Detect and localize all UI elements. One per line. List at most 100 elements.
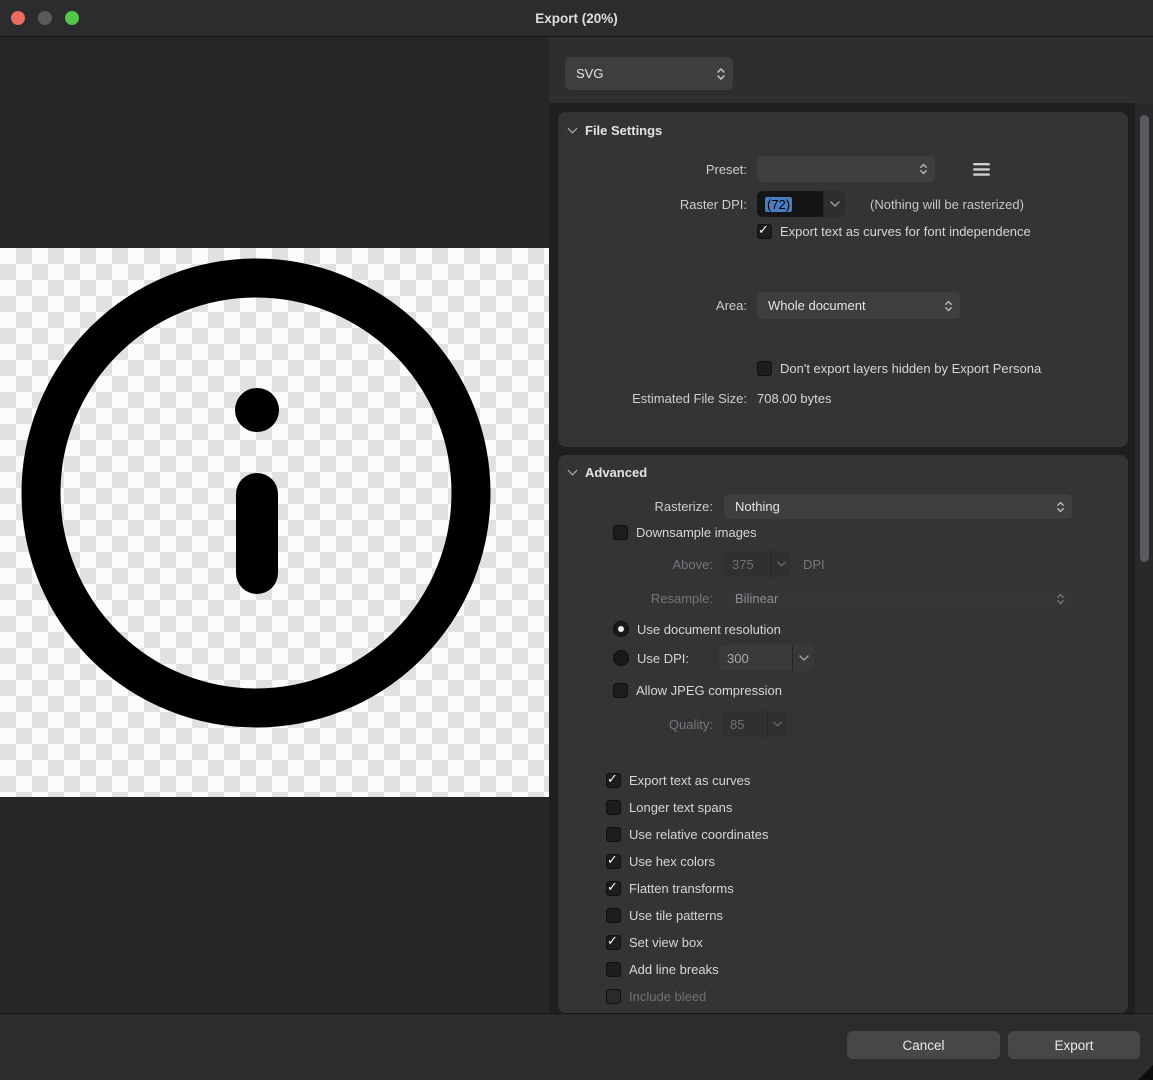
area-label: Area: [558,298,747,313]
export-settings-panel: SVG File Settings Preset: [549,37,1153,1013]
resize-grip[interactable] [1138,1065,1153,1080]
use-dpi-value[interactable]: 300 [719,645,792,671]
advanced-option-label[interactable]: Longer text spans [629,800,732,815]
quality-label: Quality: [558,717,713,732]
rasterize-select[interactable]: Nothing [724,494,1072,519]
advanced-option-checkbox[interactable] [606,989,621,1004]
above-dpi-value[interactable]: 375 [724,551,771,577]
transparency-checkerboard [0,248,549,797]
up-down-chevrons-icon [1056,591,1065,606]
resample-value: Bilinear [735,591,778,606]
advanced-option-row: Include bleed [606,983,706,1010]
advanced-option-row: Set view box [606,929,703,956]
above-dpi-dropdown-button[interactable] [771,551,791,577]
advanced-header[interactable]: Advanced [569,465,647,480]
use-dpi-radio[interactable] [613,650,629,666]
preset-menu-button[interactable] [973,163,990,176]
downsample-images-checkbox[interactable] [613,525,628,540]
format-value: SVG [576,66,603,81]
advanced-option-checkbox[interactable] [606,827,621,842]
use-dpi-label[interactable]: Use DPI: [637,651,689,666]
raster-dpi-dropdown-button[interactable] [823,191,845,217]
hamburger-menu-icon [973,163,990,176]
advanced-option-checkbox[interactable] [606,854,621,869]
export-text-curves-font-label[interactable]: Export text as curves for font independe… [780,224,1031,239]
title-bar[interactable]: Export (20%) [0,0,1153,37]
use-document-resolution-label[interactable]: Use document resolution [637,622,781,637]
advanced-option-label[interactable]: Use tile patterns [629,908,723,923]
dont-export-hidden-layers-checkbox[interactable] [757,361,772,376]
raster-dpi-selected-text: (72) [765,197,792,212]
advanced-option-row: Longer text spans [606,794,732,821]
raster-dpi-input[interactable]: (72) [757,191,823,217]
format-strip: SVG [549,37,1153,103]
raster-dpi-combo: (72) [757,191,845,217]
advanced-option-row: Add line breaks [606,956,719,983]
advanced-option-row: Use relative coordinates [606,821,768,848]
up-down-chevrons-icon [919,162,928,177]
export-dialog: Export (20%) SVG File Settings [0,0,1153,1080]
chevron-down-icon [568,466,578,476]
advanced-option-checkbox[interactable] [606,881,621,896]
format-select[interactable]: SVG [565,57,733,90]
estimated-size-value: 708.00 bytes [757,391,831,406]
export-preview-canvas[interactable] [0,37,549,1013]
file-settings-header[interactable]: File Settings [569,123,662,138]
chevron-down-icon [799,655,809,661]
raster-dpi-note: (Nothing will be rasterized) [870,197,1024,212]
file-settings-card: File Settings Preset: Raster DPI: (7 [558,112,1128,447]
chevron-down-icon [773,721,782,727]
advanced-option-label[interactable]: Add line breaks [629,962,719,977]
above-dpi-combo: 375 [724,551,791,577]
advanced-option-row: Use tile patterns [606,902,723,929]
raster-dpi-label: Raster DPI: [558,197,747,212]
chevron-down-icon [568,124,578,134]
quality-value[interactable]: 85 [722,711,767,737]
preset-select[interactable] [757,156,935,182]
chevron-down-icon [777,561,786,567]
area-select[interactable]: Whole document [757,292,960,319]
quality-combo: 85 [722,711,787,737]
preset-label: Preset: [558,162,747,177]
above-dpi-unit: DPI [803,557,825,572]
scrollbar-track[interactable] [1135,103,1153,1013]
dialog-footer: Cancel Export [0,1013,1153,1080]
scrollbar-thumb[interactable] [1140,115,1149,562]
advanced-option-checkbox[interactable] [606,773,621,788]
advanced-option-checkbox[interactable] [606,908,621,923]
dont-export-hidden-layers-label[interactable]: Don't export layers hidden by Export Per… [780,361,1041,376]
advanced-option-checkbox[interactable] [606,962,621,977]
advanced-title: Advanced [585,465,647,480]
resample-select[interactable]: Bilinear [724,586,1072,611]
export-text-curves-font-checkbox[interactable] [757,224,772,239]
allow-jpeg-compression-label[interactable]: Allow JPEG compression [636,683,782,698]
advanced-card: Advanced Rasterize: Nothing Downsample i… [558,455,1128,1013]
advanced-option-label[interactable]: Include bleed [629,989,706,1004]
window-title: Export (20%) [0,0,1153,37]
advanced-option-label[interactable]: Use hex colors [629,854,715,869]
use-document-resolution-radio[interactable] [613,621,629,637]
advanced-option-label[interactable]: Use relative coordinates [629,827,768,842]
up-down-chevrons-icon [1056,499,1065,514]
use-dpi-dropdown-button[interactable] [792,645,814,671]
up-down-chevrons-icon [716,66,726,82]
advanced-option-label[interactable]: Flatten transforms [629,881,734,896]
advanced-option-checkbox[interactable] [606,935,621,950]
allow-jpeg-compression-checkbox[interactable] [613,683,628,698]
advanced-option-row: Flatten transforms [606,875,734,902]
advanced-option-row: Export text as curves [606,767,750,794]
up-down-chevrons-icon [944,298,953,313]
info-circle-icon [0,248,549,797]
settings-scroll-area: File Settings Preset: Raster DPI: (7 [549,103,1153,1013]
downsample-images-label[interactable]: Downsample images [636,525,757,540]
export-button[interactable]: Export [1008,1031,1140,1059]
resample-label: Resample: [558,591,713,606]
estimated-size-label: Estimated File Size: [558,391,747,406]
use-dpi-combo: 300 [719,645,814,671]
file-settings-title: File Settings [585,123,662,138]
advanced-option-label[interactable]: Export text as curves [629,773,750,788]
advanced-option-label[interactable]: Set view box [629,935,703,950]
cancel-button[interactable]: Cancel [847,1031,1000,1059]
advanced-option-checkbox[interactable] [606,800,621,815]
quality-dropdown-button[interactable] [767,711,787,737]
